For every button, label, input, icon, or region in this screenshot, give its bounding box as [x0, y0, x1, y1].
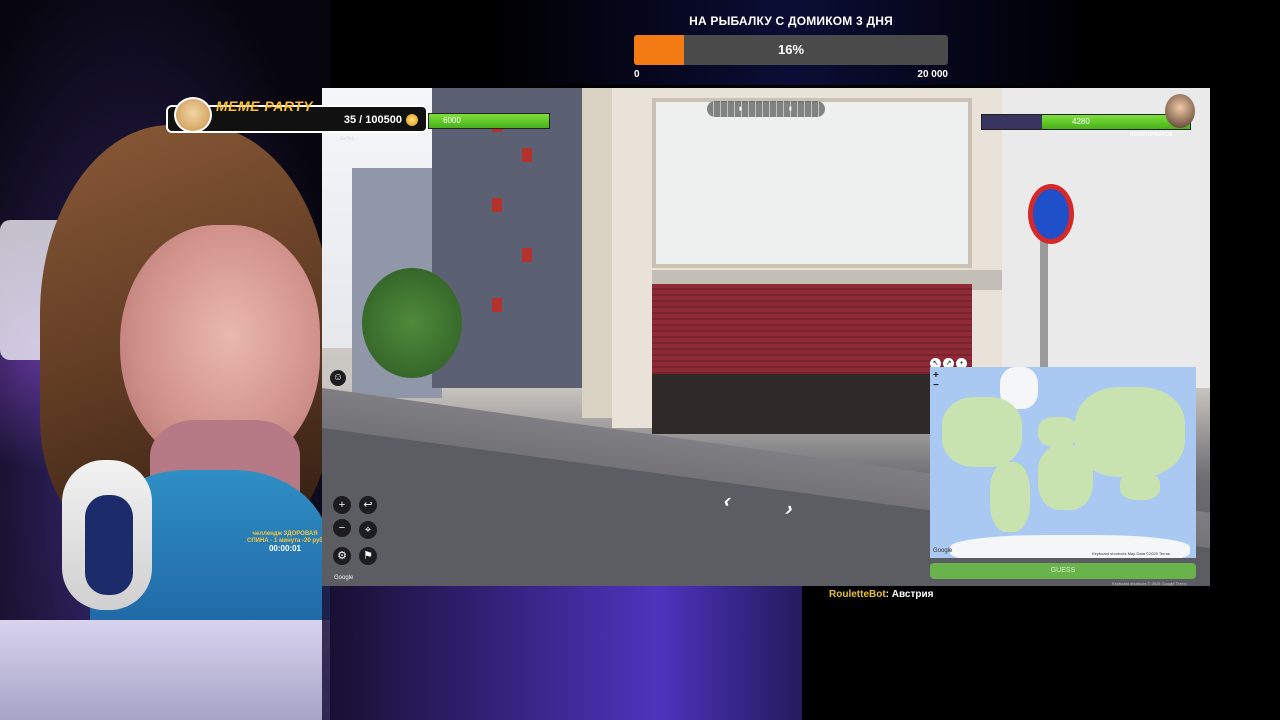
compass-mark: ▮ — [789, 106, 792, 112]
building-windows — [652, 98, 972, 268]
zoom-out-button[interactable]: − — [333, 519, 351, 537]
chat-text: : Австрия — [885, 589, 934, 600]
left-health-bar: 6000 — [428, 113, 550, 129]
compass-mark: ▮ — [739, 106, 742, 112]
emote-button[interactable]: ☺ — [330, 370, 346, 386]
microphone-core — [85, 495, 133, 595]
flag-icon[interactable]: ⚑ — [359, 547, 377, 565]
map-europe — [1038, 417, 1078, 447]
goal-min: 0 — [634, 69, 640, 80]
building — [1002, 88, 1210, 388]
chat-username: RouletteBot — [829, 589, 886, 600]
sign-pole — [1040, 238, 1048, 388]
left-player-name: Gellab — [340, 136, 355, 142]
challenge-timer: 00:00:01 — [268, 544, 302, 553]
shopfront — [652, 374, 972, 434]
no-parking-sign-icon — [1028, 184, 1074, 244]
compass[interactable]: ▮ ▮ — [707, 101, 825, 117]
meme-party-title: MEME PARTY — [216, 98, 314, 114]
right-player-name: ROARTEPRAKOS — [1130, 132, 1173, 138]
left-health-value: 6000 — [443, 116, 461, 125]
donation-goal: НА РЫБАЛКУ С ДОМИКОМ 3 ДНЯ 16% 0 20 000 — [634, 14, 948, 84]
google-logo: Google — [334, 575, 354, 581]
street-view-attribution: Keyboard shortcuts © 2025 Google Terms — [1112, 581, 1187, 586]
goal-progress-bar: 16% — [634, 35, 948, 65]
shop-shutter — [652, 284, 972, 374]
window — [522, 248, 532, 262]
map-attribution: Keyboard shortcuts Map Data ©2025 Terms — [1092, 551, 1170, 556]
webcam-desk — [0, 620, 330, 720]
window — [492, 198, 502, 212]
background-bottom — [322, 586, 802, 720]
window — [522, 148, 532, 162]
meme-party-widget: MEME PARTY 35 / 100500 — [166, 97, 428, 135]
map-google-logo: Google — [933, 548, 953, 554]
map-north-america — [942, 397, 1022, 467]
guess-map[interactable] — [930, 367, 1196, 558]
stream-frame: челлендж ЗДОРОВАЯ СПИНА - 1 минута -20 р… — [0, 0, 1280, 720]
map-australia — [1120, 472, 1160, 500]
meme-party-count: 35 / 100500 — [343, 114, 402, 126]
settings-icon[interactable]: ⚙ — [333, 547, 351, 565]
return-to-start-icon[interactable]: ⌖ — [359, 521, 377, 539]
right-health-bar: 4280 — [981, 114, 1191, 130]
window — [492, 298, 502, 312]
goal-title: НА РЫБАЛКУ С ДОМИКОМ 3 ДНЯ — [689, 14, 893, 28]
zoom-in-button[interactable]: + — [333, 496, 351, 514]
undo-icon[interactable]: ↩ — [359, 496, 377, 514]
tree — [362, 268, 462, 378]
right-health-value: 4280 — [1072, 117, 1090, 126]
guess-button[interactable]: GUESS — [930, 563, 1196, 579]
goal-percent: 16% — [777, 42, 805, 57]
map-asia — [1075, 387, 1185, 477]
doge-icon — [174, 97, 212, 133]
map-south-america — [990, 462, 1030, 532]
opponent-avatar-icon — [1165, 94, 1195, 128]
coin-icon — [406, 114, 418, 126]
map-size-controls: ↖ ↗ + — [930, 352, 970, 369]
challenge-overlay: челлендж ЗДОРОВАЯ СПИНА - 1 минута -20 р… — [243, 531, 327, 553]
goal-max: 20 000 — [917, 69, 948, 80]
map-zoom-out[interactable]: − — [933, 381, 939, 391]
chat-message: RouletteBot: Австрия — [829, 589, 933, 600]
challenge-line-1: челлендж ЗДОРОВАЯ — [252, 531, 318, 537]
map-zoom-controls[interactable]: + − — [933, 371, 939, 391]
